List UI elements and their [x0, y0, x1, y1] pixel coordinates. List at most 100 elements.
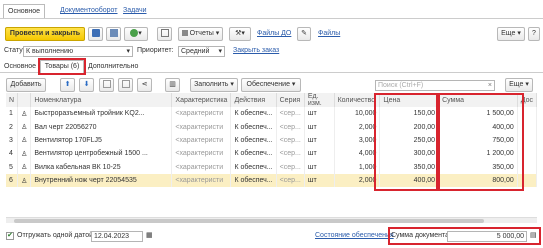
move-up-button[interactable]: ⬆ — [60, 78, 75, 92]
col-name[interactable]: Номенклатура — [30, 93, 173, 107]
row-series[interactable]: <сер... — [276, 147, 305, 161]
table-row[interactable]: 5 ♙ Вилка кабельная ВК 10-25 <характеристи… — [6, 160, 538, 174]
row-series[interactable]: <сер... — [276, 133, 305, 148]
row-char[interactable]: <характеристи — [171, 107, 232, 121]
scrollbar-thumb[interactable] — [14, 219, 484, 223]
row-price[interactable]: 250,00 — [379, 133, 440, 148]
tab-goods[interactable]: Товары (6) — [40, 60, 84, 73]
row-qty[interactable]: 1,000 — [334, 160, 381, 174]
row-char[interactable]: <характеристи — [171, 173, 232, 188]
table-row[interactable]: 1 ♙ Быстроразъемный тройник KQ2... <характ… — [6, 107, 538, 121]
barcode-button[interactable]: ▥ — [165, 78, 180, 92]
row-price[interactable]: 150,00 — [379, 107, 440, 121]
row-name[interactable]: Вентилятор 170FLJ5 — [30, 133, 173, 148]
row-price[interactable]: 200,00 — [379, 120, 440, 134]
copy-lines-button[interactable] — [118, 78, 133, 92]
close-order-link[interactable]: Закрыть заказ — [233, 47, 279, 54]
tab-docflow[interactable]: Документооборот — [56, 4, 122, 17]
col-dos[interactable]: Дос — [517, 93, 538, 107]
share-button[interactable]: ⋖ — [137, 78, 152, 92]
row-action[interactable]: К обеспеч... — [230, 173, 277, 188]
table-row-selected[interactable]: 6 ♙ Внутренний нож черт 22054535 <характер… — [6, 173, 538, 188]
files-link[interactable]: Файлы — [318, 30, 340, 37]
row-sum[interactable]: 350,00 — [438, 160, 518, 174]
move-down-button[interactable]: ⬇ — [79, 78, 94, 92]
add-button[interactable]: Добавить — [6, 78, 46, 92]
row-series[interactable]: <сер... — [276, 107, 305, 121]
status-field[interactable]: К выполнению ▾ — [23, 46, 133, 57]
row-name[interactable]: Быстроразъемный тройник KQ2... — [30, 107, 173, 121]
provision-state-link[interactable]: Состояние обеспечения — [315, 232, 394, 239]
row-unit[interactable]: шт — [304, 147, 335, 161]
help-button[interactable]: ? — [528, 27, 540, 41]
row-unit[interactable]: шт — [304, 120, 335, 134]
col-price[interactable]: Цена — [379, 93, 440, 107]
fill-button[interactable]: Заполнить ▾ — [190, 78, 238, 92]
calculator-icon[interactable]: ▤ — [530, 231, 537, 239]
provision-button[interactable]: Обеспечение ▾ — [241, 78, 301, 92]
post-close-button[interactable]: Провести и закрыть — [5, 27, 85, 41]
row-qty[interactable]: 10,000 — [334, 107, 381, 121]
ship-one-date-checkbox[interactable]: ✔ — [6, 232, 14, 240]
horizontal-scrollbar[interactable] — [6, 217, 537, 223]
tools-button[interactable]: ⚒▾ — [229, 27, 251, 41]
table-row[interactable]: 4 ♙ Вентилятор центробежный 1500 ... <хара… — [6, 147, 538, 161]
goods-table[interactable]: N Номенклатура Характеристика Действия С… — [6, 93, 538, 188]
row-price[interactable]: 300,00 — [379, 147, 440, 161]
structure-button[interactable] — [157, 27, 172, 41]
row-sum[interactable]: 750,00 — [438, 133, 518, 148]
row-unit[interactable]: шт — [304, 107, 335, 121]
col-n[interactable]: N — [6, 93, 19, 107]
row-char[interactable]: <характеристи — [171, 147, 232, 161]
files-do-link[interactable]: Файлы ДО — [257, 30, 291, 37]
grid-more-button[interactable]: Еще ▾ — [505, 78, 533, 92]
row-name[interactable]: Внутренний нож черт 22054535 — [30, 173, 173, 188]
col-unit[interactable]: Ед. изм. — [304, 93, 335, 107]
row-action[interactable]: К обеспеч... — [230, 107, 277, 121]
row-unit[interactable]: шт — [304, 173, 335, 188]
row-price[interactable]: 400,00 — [379, 173, 440, 188]
row-action[interactable]: К обеспеч... — [230, 120, 277, 134]
tab-tasks[interactable]: Задачи — [119, 4, 151, 17]
tab-main-top[interactable]: Основное — [3, 4, 46, 19]
date-field[interactable]: 12.04.2023 — [91, 231, 143, 242]
col-char[interactable]: Характеристика — [171, 93, 232, 107]
row-sum[interactable]: 800,00 — [438, 173, 518, 188]
row-sum[interactable]: 1 200,00 — [438, 147, 518, 161]
col-sum[interactable]: Сумма — [438, 93, 518, 107]
row-name[interactable]: Вилка кабельная ВК 10-25 — [30, 160, 173, 174]
row-action[interactable]: К обеспеч... — [230, 147, 277, 161]
more-button[interactable]: Еще ▾ — [497, 27, 525, 41]
row-action[interactable]: К обеспеч... — [230, 133, 277, 148]
reports-button[interactable]: Отчеты ▾ — [178, 27, 223, 41]
attach-button[interactable]: ✎ — [297, 27, 311, 41]
print-button[interactable] — [106, 27, 121, 41]
calendar-icon[interactable]: ▦ — [146, 231, 153, 239]
col-series[interactable]: Серия — [276, 93, 305, 107]
row-qty[interactable]: 2,000 — [334, 173, 381, 188]
row-name[interactable]: Вентилятор центробежный 1500 ... — [30, 147, 173, 161]
row-action[interactable]: К обеспеч... — [230, 160, 277, 174]
row-qty[interactable]: 3,000 — [334, 133, 381, 148]
table-row[interactable]: 2 ♙ Вал черт 22056270 <характеристи К обес… — [6, 120, 538, 134]
col-qty[interactable]: Количество — [334, 93, 381, 107]
col-action[interactable]: Действия — [230, 93, 277, 107]
copy-button[interactable] — [99, 78, 114, 92]
tab-main[interactable]: Основное — [4, 62, 36, 72]
tab-additional[interactable]: Дополнительно — [88, 62, 138, 72]
row-qty[interactable]: 4,000 — [334, 147, 381, 161]
row-char[interactable]: <характеристи — [171, 120, 232, 134]
row-char[interactable]: <характеристи — [171, 160, 232, 174]
row-price[interactable]: 350,00 — [379, 160, 440, 174]
priority-field[interactable]: Средний ▾ — [178, 46, 225, 57]
save-button[interactable] — [88, 27, 103, 41]
create-based-button[interactable]: ▾ — [124, 27, 148, 41]
table-row[interactable]: 3 ♙ Вентилятор 170FLJ5 <характеристи К обе… — [6, 133, 538, 148]
row-series[interactable]: <сер... — [276, 173, 305, 188]
row-name[interactable]: Вал черт 22056270 — [30, 120, 173, 134]
row-series[interactable]: <сер... — [276, 120, 305, 134]
search-input[interactable]: Поиск (Ctrl+F) × — [375, 80, 495, 91]
row-unit[interactable]: шт — [304, 133, 335, 148]
row-sum[interactable]: 400,00 — [438, 120, 518, 134]
row-sum[interactable]: 1 500,00 — [438, 107, 518, 121]
